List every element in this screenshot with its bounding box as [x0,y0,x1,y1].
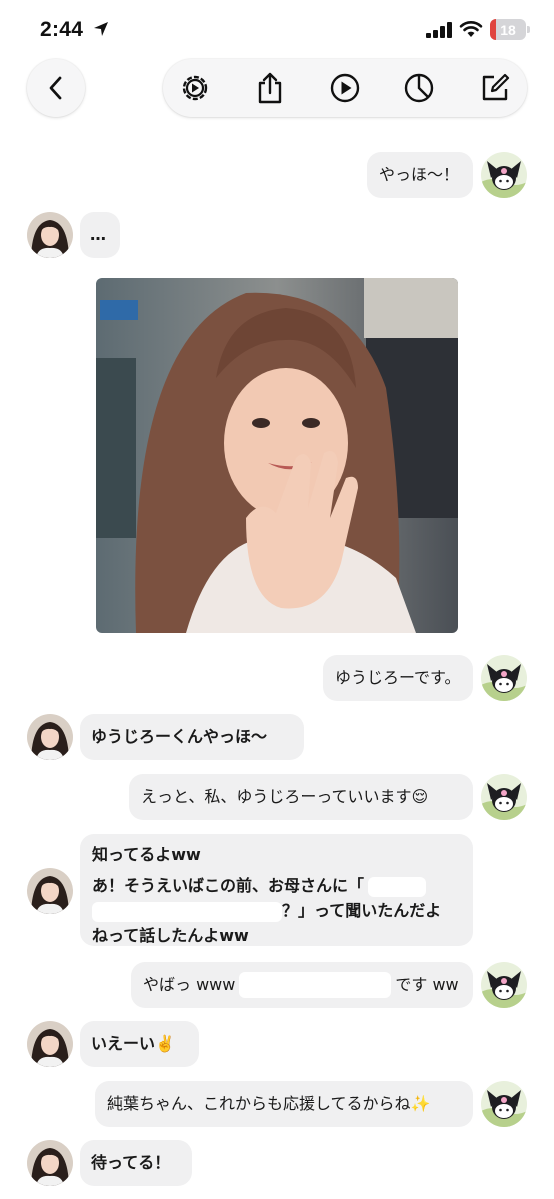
message-text: ゆうじろーです。 [335,668,461,687]
back-button[interactable] [27,59,85,117]
contact-avatar[interactable] [27,1021,73,1067]
kuromi-avatar-image [481,1081,527,1127]
girl-avatar-image [27,1140,73,1186]
message-text: ゆうじろーくんやっほ〜 [91,727,268,746]
cellular-signal-icon [426,22,452,38]
kuromi-avatar-image [481,152,527,198]
kuromi-avatar-image [481,655,527,701]
battery-level: 18 [500,21,516,38]
message-text-start: やばっ www [143,975,236,994]
message-bubble-outgoing[interactable]: 純葉ちゃん、これからも応援してるからね✨ [95,1081,473,1127]
message-text: 純葉ちゃん、これからも応援してるからね✨ [107,1094,431,1113]
message-text-end: です ww [395,975,459,994]
kuromi-avatar-image [481,962,527,1008]
settings-button[interactable] [177,70,213,106]
battery-cap [527,26,530,33]
message-bubble-outgoing[interactable]: やっほ〜！ [367,152,473,198]
user-avatar[interactable] [481,962,527,1008]
message-line: あ！そうえいばこの前、お母さんに「 [92,873,461,898]
message-text: … [90,225,106,244]
message-bubble-incoming[interactable]: 知ってるよww あ！そうえいばこの前、お母さんに「 ？」って聞いたんだよ ねって… [80,834,473,946]
redacted-region [239,972,392,998]
pie-chart-icon [404,73,434,103]
status-time: 2:44 [40,18,84,41]
message-line: ねって話したんよww [92,926,249,945]
contact-avatar[interactable] [27,212,73,258]
contact-avatar[interactable] [27,1140,73,1186]
compose-button[interactable] [477,70,513,106]
user-avatar[interactable] [481,152,527,198]
girl-avatar-image [27,212,73,258]
status-bar: 2:44 18 [0,0,554,60]
selfie-photo-image [96,278,458,633]
message-bubble-incoming[interactable]: … [80,212,120,258]
stats-button[interactable] [401,70,437,106]
message-text: 待ってる！ [91,1153,171,1172]
chevron-left-icon [49,76,62,100]
redacted-region [368,876,427,897]
redacted-region [92,901,282,922]
user-avatar[interactable] [481,774,527,820]
play-button[interactable] [327,70,363,106]
girl-avatar-image [27,1021,73,1067]
girl-avatar-image [27,714,73,760]
share-icon [258,72,282,104]
girl-avatar-image [27,868,73,914]
share-button[interactable] [252,70,288,106]
user-avatar[interactable] [481,655,527,701]
message-text: やっほ〜！ [379,165,460,184]
battery-indicator: 18 [490,19,526,40]
chat-toolbar [163,59,527,117]
message-bubble-outgoing[interactable]: やばっ www です ww [131,962,473,1008]
message-line-text: あ！そうえいばこの前、お母さんに「 [92,876,365,895]
message-line-text: ？」って聞いたんだよ [282,901,442,920]
message-text: えっと、私、ゆうじろーっていいます😌 [141,787,429,806]
location-arrow-icon [94,22,108,36]
message-photo[interactable] [96,278,458,633]
kuromi-avatar-image [481,774,527,820]
compose-icon [482,73,510,101]
contact-avatar[interactable] [27,868,73,914]
user-avatar[interactable] [481,1081,527,1127]
message-text: いえーい✌️ [91,1034,175,1053]
play-icon [330,73,360,103]
message-bubble-outgoing[interactable]: ゆうじろーです。 [323,655,473,701]
message-bubble-outgoing[interactable]: えっと、私、ゆうじろーっていいます😌 [129,774,473,820]
message-line: ？」って聞いたんだよ [92,898,461,923]
wifi-icon [459,21,483,37]
gear-icon [182,75,208,101]
contact-avatar[interactable] [27,714,73,760]
message-bubble-incoming[interactable]: ゆうじろーくんやっほ〜 [80,714,304,760]
message-bubble-incoming[interactable]: いえーい✌️ [80,1021,199,1067]
message-bubble-incoming[interactable]: 待ってる！ [80,1140,192,1186]
message-line: 知ってるよww [92,845,201,864]
